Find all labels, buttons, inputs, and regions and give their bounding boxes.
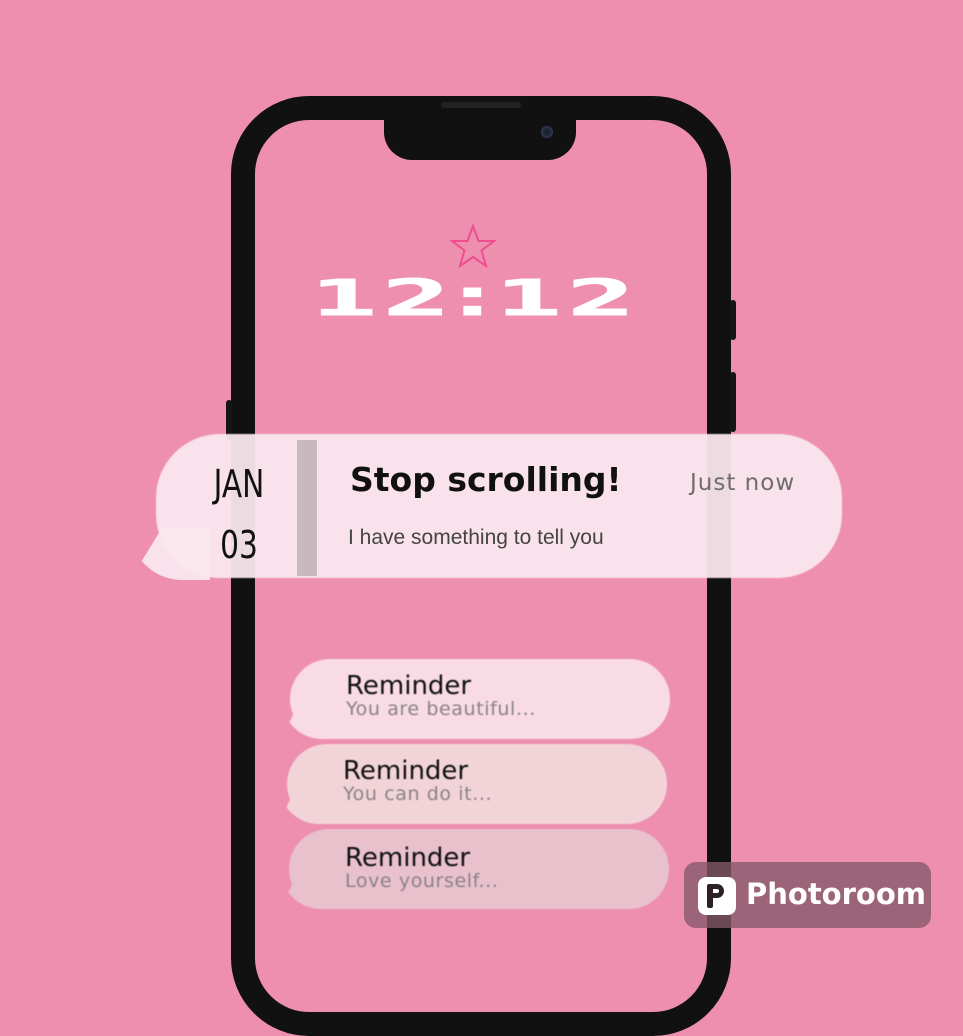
notification-bubble-tail: [130, 528, 210, 580]
reminder-title: Reminder: [345, 843, 471, 873]
photoroom-logo-icon: [698, 877, 736, 915]
lockscreen-clock: 12:12: [309, 268, 637, 328]
earpiece-speaker: [441, 102, 521, 108]
reminder-body: Love yourself...: [345, 870, 499, 892]
side-button: [730, 372, 736, 432]
camera-icon: [541, 126, 553, 138]
reminder-bubble[interactable]: Reminder You can do it...: [279, 744, 667, 824]
reminder-bubble[interactable]: Reminder Love yourself...: [281, 829, 669, 909]
reminder-body: You can do it...: [343, 783, 493, 805]
reminder-title: Reminder: [346, 671, 472, 701]
reminder-bubble[interactable]: Reminder You are beautiful...: [282, 659, 670, 739]
date-month: JAN: [213, 462, 265, 506]
power-button: [730, 300, 736, 340]
date-day: 03: [220, 523, 258, 567]
notch: [384, 118, 576, 160]
notification-timestamp: Just now: [690, 470, 796, 496]
watermark-label: Photoroom: [746, 877, 926, 911]
photoroom-watermark: Photoroom: [684, 862, 931, 928]
star-icon: [449, 223, 497, 269]
reminder-title: Reminder: [343, 756, 469, 786]
notification-title: Stop scrolling!: [350, 460, 622, 499]
date-divider: [297, 440, 317, 576]
notification-body: I have something to tell you: [348, 526, 604, 549]
reminder-body: You are beautiful...: [346, 698, 536, 720]
